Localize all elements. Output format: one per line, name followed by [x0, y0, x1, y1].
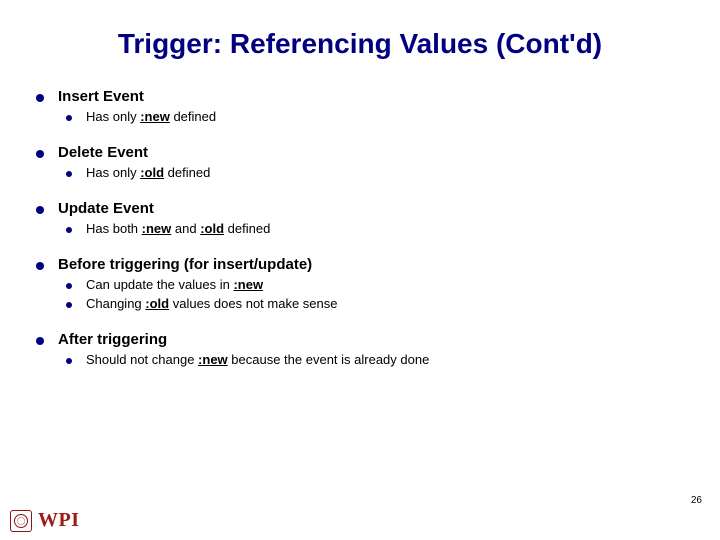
- heading-text: Before triggering (for insert/update): [58, 256, 312, 273]
- heading-text: After triggering: [58, 331, 167, 348]
- list-item: Should not change :new because the event…: [66, 352, 686, 367]
- list-item: Has both :new and :old defined: [66, 221, 686, 236]
- wpi-seal-inner-icon: [14, 514, 28, 528]
- list-item: Has only :old defined: [66, 165, 686, 180]
- bullet-icon: [66, 115, 72, 121]
- slide-content: Insert Event Has only :new defined Delet…: [36, 88, 686, 383]
- bullet-icon: [36, 94, 44, 102]
- sub-text: Can update the values in :new: [86, 277, 263, 292]
- list-item: Update Event: [36, 200, 686, 217]
- heading-text: Insert Event: [58, 88, 144, 105]
- section-before-triggering: Before triggering (for insert/update) Ca…: [36, 256, 686, 311]
- wpi-logo-text: WPI: [38, 509, 80, 532]
- section-insert-event: Insert Event Has only :new defined: [36, 88, 686, 124]
- bullet-icon: [36, 150, 44, 158]
- sub-text: Has only :new defined: [86, 109, 216, 124]
- heading-text: Update Event: [58, 200, 154, 217]
- bullet-icon: [36, 337, 44, 345]
- bullet-icon: [36, 262, 44, 270]
- sub-text: Has both :new and :old defined: [86, 221, 270, 236]
- slide-title: Trigger: Referencing Values (Cont'd): [0, 28, 720, 60]
- list-item: After triggering: [36, 331, 686, 348]
- bullet-icon: [66, 227, 72, 233]
- list-item: Before triggering (for insert/update): [36, 256, 686, 273]
- list-item: Delete Event: [36, 144, 686, 161]
- list-item: Has only :new defined: [66, 109, 686, 124]
- sub-text: Should not change :new because the event…: [86, 352, 429, 367]
- bullet-icon: [66, 358, 72, 364]
- list-item: Insert Event: [36, 88, 686, 105]
- page-number: 26: [691, 495, 702, 506]
- list-item: Can update the values in :new: [66, 277, 686, 292]
- bullet-icon: [66, 302, 72, 308]
- wpi-seal-icon: [10, 510, 32, 532]
- bullet-icon: [36, 206, 44, 214]
- bullet-icon: [66, 171, 72, 177]
- section-update-event: Update Event Has both :new and :old defi…: [36, 200, 686, 236]
- sub-text: Changing :old values does not make sense: [86, 296, 338, 311]
- section-delete-event: Delete Event Has only :old defined: [36, 144, 686, 180]
- heading-text: Delete Event: [58, 144, 148, 161]
- sub-text: Has only :old defined: [86, 165, 210, 180]
- wpi-logo: WPI: [10, 509, 80, 532]
- section-after-triggering: After triggering Should not change :new …: [36, 331, 686, 367]
- bullet-icon: [66, 283, 72, 289]
- list-item: Changing :old values does not make sense: [66, 296, 686, 311]
